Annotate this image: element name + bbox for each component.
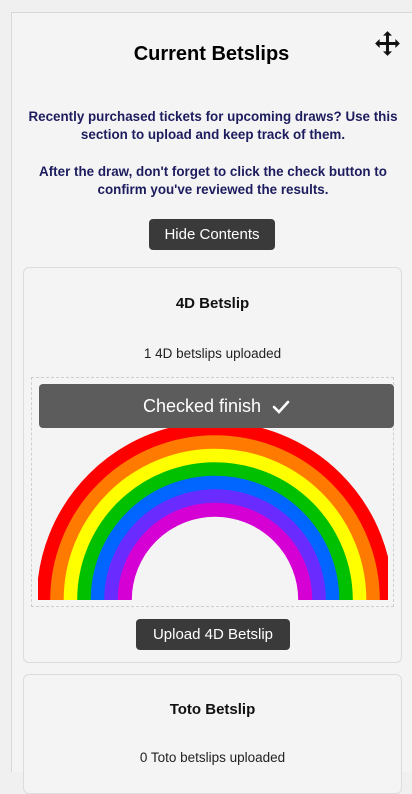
page-title: Current Betslips (133, 43, 290, 65)
card-title-4d: 4D Betslip (175, 295, 250, 312)
hide-contents-button[interactable]: Hide Contents (149, 219, 275, 250)
intro-text: Recently purchased tickets for upcoming … (28, 109, 398, 142)
upload-4d-button[interactable]: Upload 4D Betslip (136, 619, 290, 650)
upload-count-toto: 0 Toto betslips uploaded (139, 750, 286, 765)
upload-count-4d: 1 4D betslips uploaded (143, 346, 282, 361)
checked-finish-button[interactable]: Checked finish (39, 384, 394, 428)
betslip-card-toto: Toto Betslip 0 Toto betslips uploaded (23, 674, 402, 794)
betslip-image-area[interactable]: Checked finish (31, 377, 394, 607)
card-title-toto: Toto Betslip (169, 701, 256, 718)
betslip-card-4d: 4D Betslip 1 4D betslips uploaded Checke… (23, 267, 402, 663)
reminder-text: After the draw, don't forget to click th… (39, 164, 387, 197)
checked-finish-label: Checked finish (142, 396, 262, 416)
betslip-image (38, 422, 388, 601)
checkmark-icon (272, 400, 290, 415)
